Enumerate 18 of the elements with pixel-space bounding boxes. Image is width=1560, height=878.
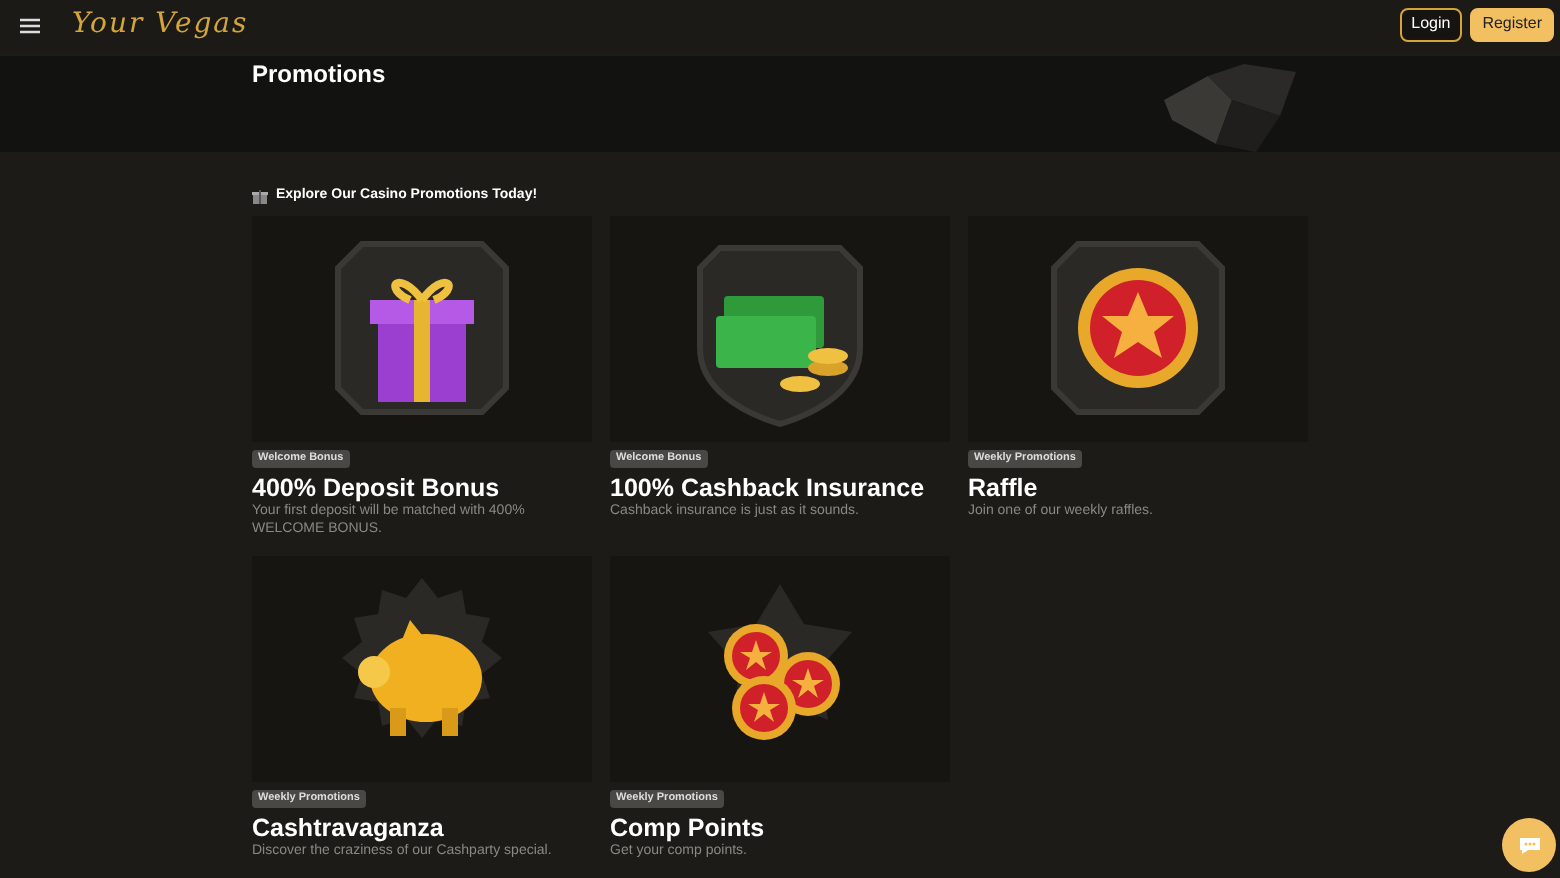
promo-title[interactable]: Raffle — [968, 473, 1308, 503]
logo[interactable]: Your Vegas — [72, 4, 249, 46]
promo-image-background[interactable] — [252, 215, 592, 441]
promo-image-background[interactable] — [610, 555, 950, 782]
login-button[interactable]: Login — [1399, 8, 1463, 42]
promo-title[interactable]: Comp Points — [610, 814, 950, 843]
promo-title[interactable]: 400% Deposit Bonus — [252, 473, 592, 503]
page-title: Promotions — [252, 58, 388, 92]
promo-image-background[interactable] — [968, 215, 1308, 441]
register-button[interactable]: Register — [1470, 8, 1554, 42]
chat-button[interactable] — [1502, 818, 1556, 872]
chat-icon — [1517, 835, 1541, 855]
promo-title[interactable]: Cashtravaganza — [252, 814, 592, 843]
gift-icon — [252, 188, 268, 205]
promo-image-background[interactable] — [252, 555, 592, 782]
promo-title[interactable]: 100% Cashback Insurance — [610, 473, 950, 503]
menu-icon[interactable] — [20, 17, 40, 33]
promo-image-background[interactable] — [610, 215, 950, 441]
